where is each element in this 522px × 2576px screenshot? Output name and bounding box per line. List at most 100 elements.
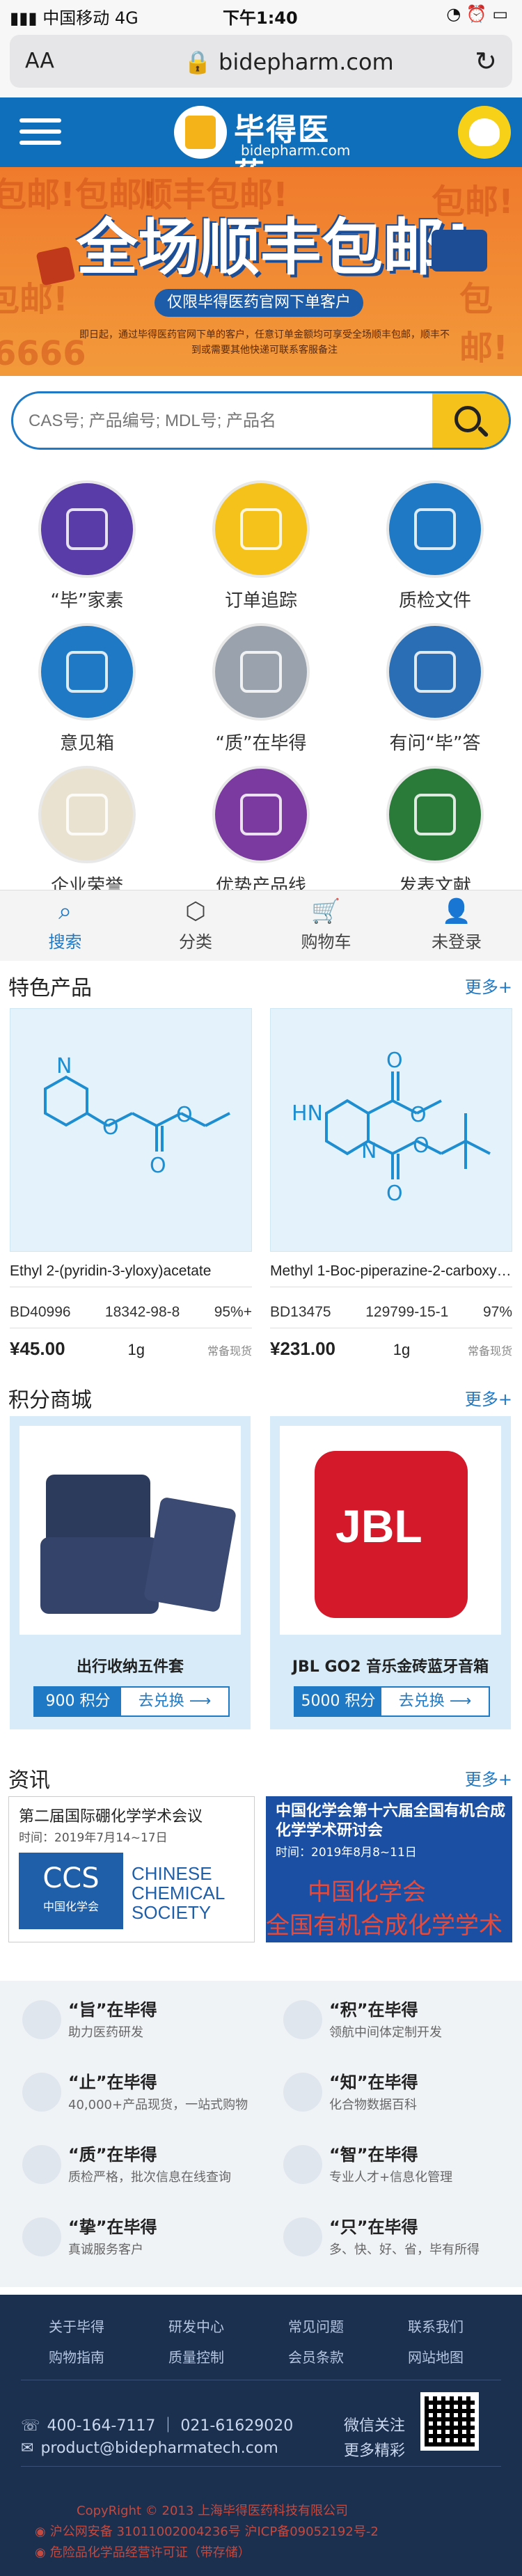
lightbulb-icon [22, 2000, 61, 2039]
value-item: “旨”在毕得 助力医药研发 [0, 1990, 258, 2063]
email-link[interactable]: ✉ product@bidepharmatech.com [21, 2440, 286, 2457]
status-bar: ▮▮▮ 中国移动 4G 下午1:40 ◔ ⏰ ▭ [0, 0, 522, 28]
grid-item[interactable]: “毕”家素 [0, 480, 174, 620]
value-subtitle: 真诚服务客户 [68, 2243, 143, 2257]
product-meta: BD13475 129799-15-1 97% [270, 1304, 512, 1321]
svg-text:O: O [102, 1115, 119, 1140]
value-subtitle: 40,000+产品现货，一站式购物 [68, 2098, 248, 2112]
carrier: ▮▮▮ 中国移动 4G [10, 8, 139, 28]
news-more-link[interactable]: 更多+ [465, 1766, 512, 1790]
mall-more-link[interactable]: 更多+ [465, 1385, 512, 1410]
news-card[interactable]: 第二届国际硼化学学术会议 时间：2019年7月14~17日 CCS 中国化学会 … [8, 1796, 255, 1942]
parcel-icon [35, 246, 76, 286]
svg-text:O: O [386, 1181, 403, 1206]
value-subtitle: 化合物数据百科 [329, 2098, 417, 2112]
footer-link[interactable]: 网站地图 [383, 2346, 488, 2366]
product-card[interactable]: HN O O N O O Methyl 1-Boc-piperazine-2-c… [270, 1008, 512, 1360]
value-title: “质”在毕得 [68, 2145, 157, 2165]
tab-cart[interactable]: 🛒 购物车 [261, 890, 391, 961]
nmr-icon [386, 480, 484, 578]
product-name: Ethyl 2-(pyridin-3-yloxy)acetate [10, 1263, 212, 1279]
product-price-row: ¥231.00 1g 常备现货 [270, 1338, 512, 1360]
footer-link[interactable]: 常见问题 [264, 2316, 368, 2336]
grid-item-label: 质检文件 [398, 590, 471, 611]
qq-icon[interactable] [458, 106, 511, 159]
footer-link[interactable]: 联系我们 [383, 2316, 488, 2336]
grid-item-label: 订单追踪 [224, 590, 297, 611]
mall-item-card[interactable]: 出行收纳五件套 900 积分 去兑换 ⟶ [10, 1416, 251, 1729]
grid-item[interactable]: 订单追踪 [174, 480, 348, 620]
icp-record[interactable]: ◉ 沪公网安备 31011002004236号 沪ICP备09052192号-2 [35, 2522, 379, 2540]
news-card[interactable]: 中国化学会第十六届全国有机合成化学学术研讨会 时间：2019年8月8~11日 中… [266, 1796, 512, 1942]
svg-text:HN: HN [292, 1101, 323, 1126]
search-button[interactable] [432, 393, 509, 448]
elements-icon [212, 766, 310, 863]
product-card[interactable]: N O O O Ethyl 2-(pyridin-3-yloxy)acetate… [10, 1008, 252, 1360]
address-bar[interactable]: AA 🔒 bidepharm.com ↻ [10, 35, 512, 88]
product-price: ¥45.00 [10, 1338, 65, 1359]
grid-item[interactable]: 企业荣誉 [0, 766, 174, 905]
product-purity: 95%+ [214, 1304, 252, 1320]
license[interactable]: ◉ 危险品化学品经营许可证（带存储） [35, 2543, 251, 2561]
value-item: “积”在毕得 领航中间体定制开发 [261, 1990, 519, 2063]
tab-label: 分类 [179, 932, 212, 952]
grid-item[interactable]: 发表文献 [348, 766, 522, 905]
certificate-icon [38, 766, 136, 863]
grid-item[interactable]: 质检文件 [348, 480, 522, 620]
browser-bar: AA 🔒 bidepharm.com ↻ [0, 28, 522, 97]
svg-text:O: O [386, 1049, 403, 1073]
value-title: “只”在毕得 [329, 2217, 418, 2237]
pouch-icon [143, 1496, 237, 1613]
more-label: 更多精彩 [344, 2442, 406, 2460]
redeem-button[interactable]: 5000 积分 去兑换 ⟶ [294, 1686, 490, 1717]
footer-link[interactable]: 质量控制 [144, 2346, 248, 2366]
svg-text:O: O [176, 1103, 193, 1127]
grid-item[interactable]: “质”在毕得 [174, 623, 348, 762]
banner-tag: 仅限毕得医药官网下单客户 [155, 289, 363, 317]
grid-item[interactable]: 优势产品线 [174, 766, 348, 905]
signal-icon: ▮▮▮ [10, 8, 43, 28]
url-text: 🔒 bidepharm.com [184, 49, 394, 75]
mall-item-name: 出行收纳五件套 [76, 1658, 184, 1676]
graduation-icon [283, 2145, 322, 2184]
tab-label: 购物车 [301, 932, 351, 952]
news-bg-text: 中国化学会 [308, 1878, 426, 1906]
handshake-icon [22, 2217, 61, 2256]
brand-logo[interactable]: 毕得医药 bidepharm.com [174, 103, 355, 192]
grid-item[interactable]: 意见箱 [0, 623, 174, 762]
tab-category[interactable]: ⬡ 分类 [131, 890, 261, 961]
reader-settings-button[interactable]: AA [25, 49, 54, 73]
police-badge-icon: ◉ [35, 2524, 46, 2539]
tab-search[interactable]: ⌕ 搜索 [0, 890, 130, 961]
footer-link[interactable]: 关于毕得 [24, 2316, 129, 2336]
mail-icon: ✉ [21, 2440, 34, 2457]
news-bg-text: 全国有机合成化学学术 [266, 1912, 503, 1940]
product-size: 1g [393, 1341, 411, 1358]
news-headline: 中国化学会第十六届全国有机合成化学学术研讨会 [276, 1803, 506, 1839]
value-subtitle: 助力医药研发 [68, 2025, 143, 2040]
svg-text:O: O [413, 1133, 429, 1158]
wechat-label: 微信关注 [344, 2417, 406, 2435]
promo-banner[interactable]: 包邮!包邮! 顺丰包邮! 包邮! 6666 包邮! 包邮! 全场顺丰包邮! 仅限… [0, 167, 522, 376]
menu-icon[interactable] [19, 118, 61, 148]
phone-number[interactable]: ☏ 400-164-7117 ｜ 021-61629020 [21, 2413, 293, 2435]
grid-item[interactable]: 有问“毕”答 [348, 623, 522, 762]
footer-link[interactable]: 研发中心 [144, 2316, 248, 2336]
featured-more-link[interactable]: 更多+ [465, 973, 512, 998]
news-time: 时间：2019年8月8~11日 [276, 1846, 417, 1860]
grid-item-label: “毕”家素 [50, 590, 124, 611]
mall-item-card[interactable]: JBL JBL GO2 音乐金砖蓝牙音箱 5000 积分 去兑换 ⟶ [270, 1416, 511, 1729]
search-bar [11, 391, 511, 450]
svg-text:N: N [56, 1054, 72, 1078]
value-title: “知”在毕得 [329, 2073, 418, 2092]
user-icon: 👤 [441, 897, 472, 925]
value-subtitle: 领航中间体定制开发 [329, 2025, 442, 2040]
tab-user[interactable]: 👤 未登录 [392, 890, 522, 961]
redeem-button[interactable]: 900 积分 去兑换 ⟶ [33, 1686, 230, 1717]
footer-link[interactable]: 会员条款 [264, 2346, 368, 2366]
cart-icon: 🛒 [311, 897, 341, 925]
value-item: “智”在毕得 专业人才+信息化管理 [261, 2135, 519, 2208]
footer-link[interactable]: 购物指南 [24, 2346, 129, 2366]
search-input[interactable] [29, 406, 418, 437]
reload-icon[interactable]: ↻ [475, 46, 497, 77]
